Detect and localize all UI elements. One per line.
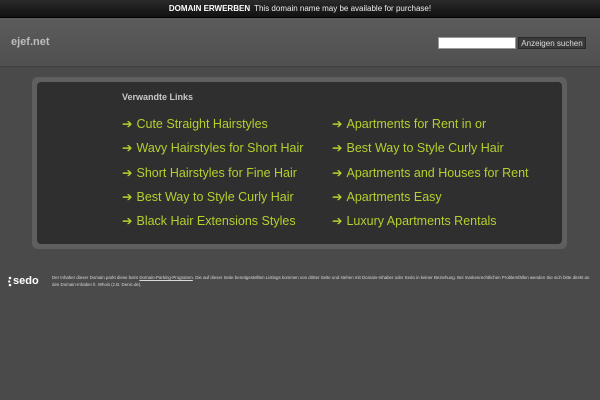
related-link-label: Luxury Apartments Rentals: [346, 214, 497, 228]
related-links-title: Verwandte Links: [122, 92, 194, 102]
related-link[interactable]: ➔ Black Hair Extensions Styles: [122, 213, 296, 228]
arrow-right-icon: ➔: [332, 117, 343, 131]
arrow-right-icon: ➔: [332, 166, 343, 180]
arrow-right-icon: ➔: [332, 190, 343, 204]
related-link[interactable]: ➔ Apartments Easy: [332, 189, 442, 204]
related-link[interactable]: ➔ Wavy Hairstyles for Short Hair: [122, 140, 303, 155]
related-link-label: Wavy Hairstyles for Short Hair: [136, 141, 304, 155]
arrow-right-icon: ➔: [122, 141, 133, 155]
related-link-label: Short Hairstyles for Fine Hair: [136, 166, 297, 180]
related-link-label: Apartments and Houses for Rent: [346, 166, 529, 180]
arrow-right-icon: ➔: [122, 117, 133, 131]
sedo-logo[interactable]: sedo: [6, 272, 48, 292]
domain-parking-link[interactable]: Domain-Parking-Programm: [139, 275, 192, 280]
related-link-label: Cute Straight Hairstyles: [136, 117, 268, 131]
site-name: ejef.net: [11, 36, 50, 48]
related-link[interactable]: ➔ Best Way to Style Curly Hair: [122, 189, 294, 204]
related-link[interactable]: ➔ Best Way to Style Curly Hair: [332, 140, 504, 155]
related-link-label: Best Way to Style Curly Hair: [136, 190, 294, 204]
arrow-right-icon: ➔: [332, 214, 343, 228]
arrow-right-icon: ➔: [122, 214, 133, 228]
footer-disclaimer: Der Inhaber dieser Domain parkt diese be…: [52, 274, 592, 288]
related-link[interactable]: ➔ Short Hairstyles for Fine Hair: [122, 165, 297, 180]
domain-purchase-banner[interactable]: DOMAIN ERWERBEN This domain name may be a…: [0, 0, 600, 18]
related-link-label: Best Way to Style Curly Hair: [346, 141, 504, 155]
arrow-right-icon: ➔: [332, 141, 343, 155]
related-link[interactable]: ➔ Luxury Apartments Rentals: [332, 213, 497, 228]
banner-message: This domain name may be available for pu…: [254, 4, 432, 13]
search-input[interactable]: [438, 37, 516, 49]
related-link-label: Apartments for Rent in or: [346, 117, 487, 131]
related-link[interactable]: ➔ Cute Straight Hairstyles: [122, 116, 268, 131]
header: ejef.net Anzeigen suchen: [0, 18, 600, 67]
arrow-right-icon: ➔: [122, 190, 133, 204]
related-link[interactable]: ➔ Apartments for Rent in or: [332, 116, 486, 131]
related-link[interactable]: ➔ Apartments and Houses for Rent: [332, 165, 529, 180]
arrow-right-icon: ➔: [122, 166, 133, 180]
search-button[interactable]: Anzeigen suchen: [518, 37, 586, 49]
related-link-label: Black Hair Extensions Styles: [136, 214, 296, 228]
footer-text-part: Der Inhaber dieser Domain parkt diese be…: [52, 275, 139, 280]
sedo-logo-text: sedo: [13, 275, 39, 287]
domain-erwerben-label[interactable]: DOMAIN ERWERBEN: [169, 4, 250, 13]
related-link-label: Apartments Easy: [346, 190, 442, 204]
